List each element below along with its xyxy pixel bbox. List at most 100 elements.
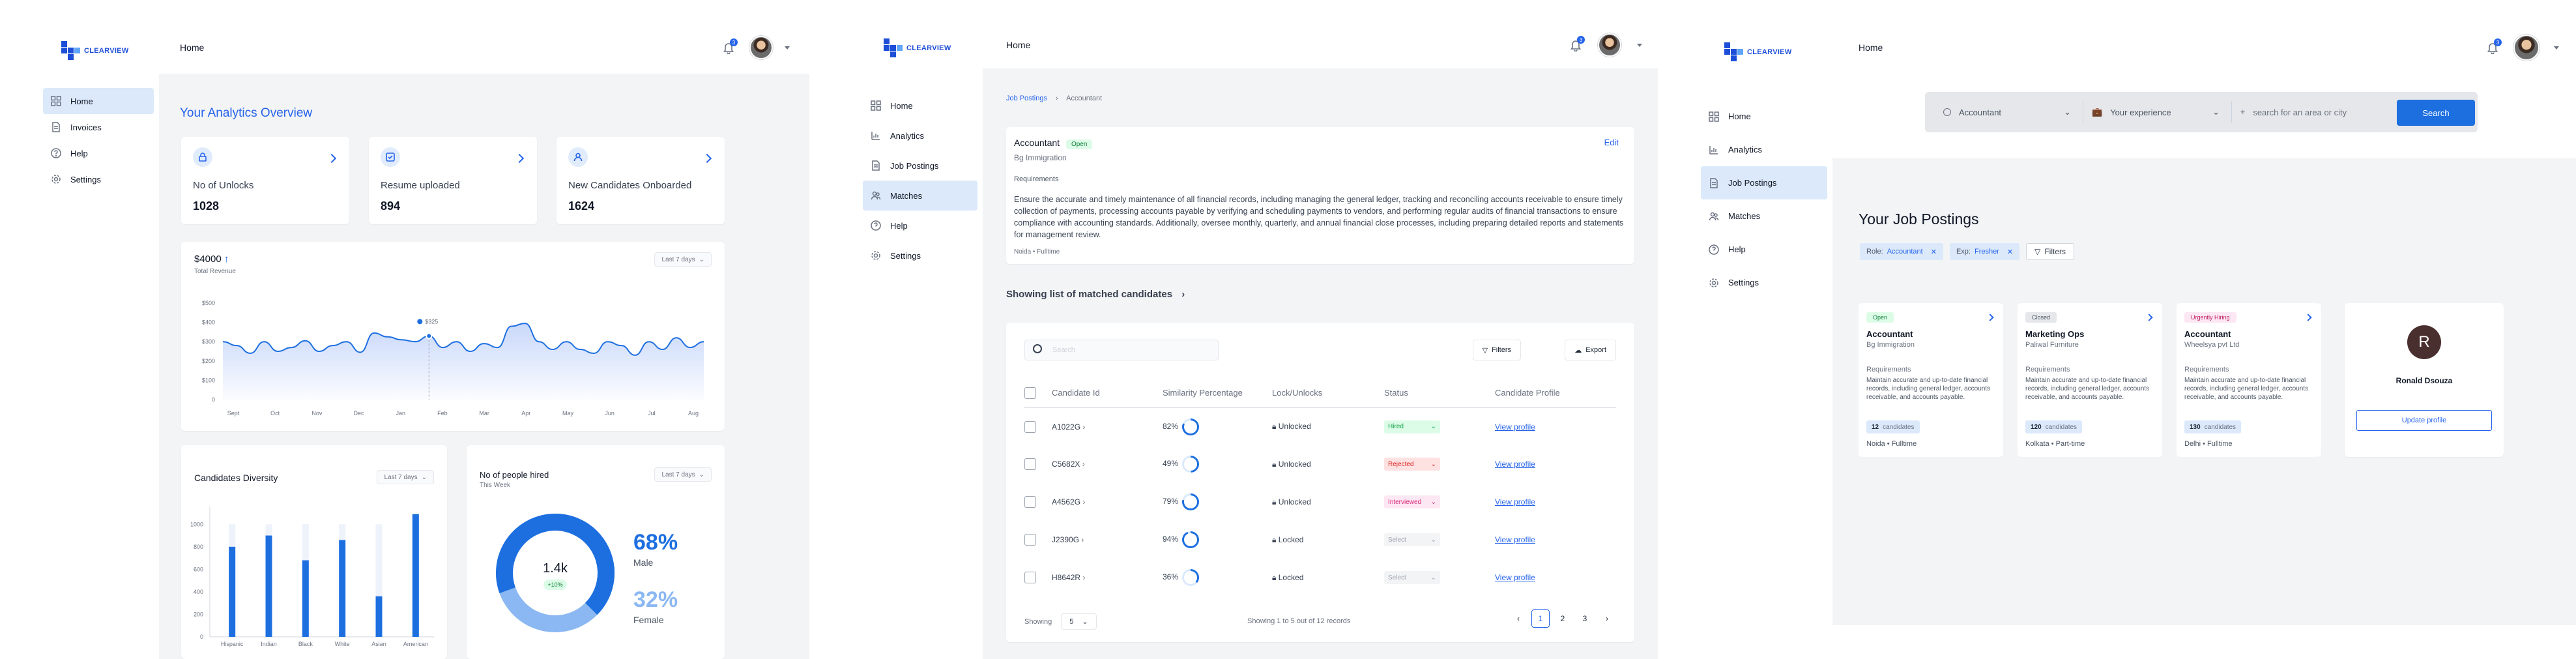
breadcrumb-parent[interactable]: Job Postings — [1006, 95, 1047, 102]
page-button-active[interactable]: 1 — [1531, 609, 1550, 628]
candidate-count-badge[interactable]: 130 candidates — [2184, 420, 2242, 433]
sidebar-item-analytics[interactable]: Analytics — [1701, 133, 1827, 166]
sidebar-item-settings[interactable]: Settings — [863, 241, 977, 271]
edit-button[interactable]: Edit — [1604, 138, 1619, 147]
notification-bell[interactable]: 3 — [722, 38, 738, 55]
sidebar-item-invoices[interactable]: Invoices — [43, 114, 154, 140]
sidebar-item-home[interactable]: Home — [43, 88, 154, 114]
chevron-down-icon[interactable] — [785, 46, 790, 50]
column-header[interactable]: Lock/Unlocks — [1272, 379, 1384, 408]
bar[interactable] — [412, 514, 419, 637]
candidate-count-badge[interactable]: 12 candidates — [1866, 420, 1920, 433]
chevron-right-icon[interactable] — [1986, 314, 1994, 321]
brand-logo[interactable]: CLEARVIEW — [61, 41, 129, 60]
candidate-id[interactable]: A1022G — [1052, 422, 1080, 432]
status-select[interactable]: Select ⌄ — [1384, 533, 1440, 546]
notification-bell[interactable]: 3 — [1569, 36, 1585, 52]
bar[interactable] — [339, 540, 346, 637]
table-row[interactable]: H8642R › 36% 🔒︎ Locked Select ⌄ View profile — [1024, 559, 1616, 596]
prev-page-button[interactable]: ‹ — [1509, 609, 1527, 628]
next-page-button[interactable]: › — [1598, 609, 1616, 628]
sidebar-item-help[interactable]: Help — [1701, 233, 1827, 266]
bar[interactable] — [375, 596, 383, 637]
sidebar-item-matches[interactable]: Matches — [1701, 199, 1827, 233]
view-profile-link[interactable]: View profile — [1495, 460, 1535, 469]
view-profile-link[interactable]: View profile — [1495, 573, 1535, 582]
chevron-right-icon[interactable] — [2145, 314, 2153, 321]
chevron-right-icon[interactable] — [326, 153, 337, 164]
sidebar-item-help[interactable]: Help — [863, 211, 977, 241]
chevron-down-icon[interactable] — [1637, 44, 1642, 47]
close-icon[interactable]: ✕ — [1931, 248, 1937, 256]
sidebar-item-settings[interactable]: Settings — [43, 166, 154, 192]
location-input[interactable]: ⌖ search for an area or city — [2233, 98, 2389, 126]
page-button[interactable]: 3 — [1576, 609, 1594, 628]
sidebar-item-matches[interactable]: Matches — [863, 181, 977, 211]
sidebar-item-help[interactable]: Help — [43, 140, 154, 166]
row-checkbox[interactable] — [1024, 420, 1036, 433]
close-icon[interactable]: ✕ — [2007, 248, 2013, 256]
role-select[interactable]: Accountant ⌄ — [1935, 98, 2083, 126]
bar[interactable] — [229, 546, 236, 637]
tooltip-point[interactable] — [426, 332, 433, 340]
candidate-id[interactable]: J2390G — [1052, 535, 1079, 544]
avatar[interactable] — [749, 36, 773, 59]
table-row[interactable]: C5682X › 49% 🔒︎ Unlocked Rejected ⌄ View prof… — [1024, 445, 1616, 483]
column-header[interactable]: Similarity Percentage — [1163, 379, 1272, 408]
notification-bell[interactable]: 3 — [2486, 38, 2502, 55]
row-checkbox[interactable] — [1024, 572, 1036, 583]
column-header[interactable]: Candidate Id — [1052, 379, 1163, 408]
table-row[interactable]: J2390G › 94% 🔒︎ Locked Select ⌄ View profile — [1024, 521, 1616, 559]
job-card[interactable]: Urgently Hiring Accountant Wheelsya pvt Lt… — [2177, 303, 2321, 457]
search-button[interactable]: Search — [2397, 100, 2475, 126]
filters-button[interactable]: ▽ Filters — [1472, 340, 1521, 360]
chevron-right-icon[interactable] — [2304, 314, 2312, 321]
avatar[interactable] — [2513, 35, 2540, 61]
column-header[interactable]: Candidate Profile — [1495, 379, 1616, 408]
update-profile-button[interactable]: Update profile — [2356, 410, 2492, 431]
bar[interactable] — [302, 560, 309, 637]
row-checkbox[interactable] — [1024, 458, 1036, 470]
page-button[interactable]: 2 — [1554, 609, 1572, 628]
chevron-down-icon[interactable] — [2554, 46, 2559, 50]
status-select[interactable]: Rejected ⌄ — [1384, 458, 1440, 471]
brand-logo[interactable]: CLEARVIEW — [884, 38, 951, 57]
matched-list-title[interactable]: Showing list of matched candidates › — [1006, 289, 1185, 300]
sidebar-item-job-postings[interactable]: Job Postings — [863, 151, 977, 181]
avatar[interactable] — [1598, 33, 1621, 57]
candidate-id[interactable]: A4562G — [1052, 497, 1080, 506]
candidate-count-badge[interactable]: 120 candidates — [2025, 420, 2083, 433]
table-row[interactable]: A1022G › 82% 🔒︎ Unlocked Hired ⌄ View profile — [1024, 407, 1616, 445]
row-checkbox[interactable] — [1024, 496, 1036, 508]
stat-card-candidates[interactable]: New Candidates Onboarded 1624 — [557, 137, 725, 224]
view-profile-link[interactable]: View profile — [1495, 535, 1535, 544]
job-card[interactable]: Closed Marketing Ops Paliwal Furniture Requ… — [2018, 303, 2162, 457]
candidate-id[interactable]: H8642R — [1052, 573, 1080, 582]
stat-card-resumes[interactable]: Resume uploaded 894 — [369, 137, 537, 224]
page-size-select[interactable]: 5 ⌄ — [1061, 613, 1097, 630]
filter-chip-exp[interactable]: Exp: Fresher ✕ — [1949, 243, 2020, 260]
select-all-checkbox[interactable] — [1024, 387, 1036, 399]
row-checkbox[interactable] — [1024, 534, 1036, 546]
chevron-right-icon[interactable] — [514, 153, 525, 164]
table-row[interactable]: A4562G › 79% 🔒︎ Unlocked Interviewed ⌄ View p… — [1024, 483, 1616, 521]
sidebar-item-job-postings[interactable]: Job Postings — [1701, 166, 1827, 199]
candidate-id[interactable]: C5682X — [1052, 460, 1080, 469]
sidebar-item-home[interactable]: Home — [1701, 100, 1827, 133]
export-button[interactable]: ☁ Export — [1565, 340, 1616, 360]
brand-logo[interactable]: CLEARVIEW — [1724, 42, 1792, 61]
view-profile-link[interactable]: View profile — [1495, 497, 1535, 506]
stat-card-unlocks[interactable]: No of Unlocks 1028 — [181, 137, 349, 224]
search-field[interactable]: Search — [1024, 340, 1219, 360]
chevron-right-icon[interactable] — [702, 153, 712, 164]
status-select[interactable]: Select ⌄ — [1384, 571, 1440, 584]
status-select[interactable]: Hired ⌄ — [1384, 420, 1440, 433]
status-select[interactable]: Interviewed ⌄ — [1384, 495, 1440, 508]
filter-chip-role[interactable]: Role: Accountant ✕ — [1860, 243, 1943, 260]
sidebar-item-home[interactable]: Home — [863, 91, 977, 121]
sidebar-item-settings[interactable]: Settings — [1701, 266, 1827, 299]
job-card[interactable]: Open Accountant Bg Immigration Requirements… — [1859, 303, 2003, 457]
filters-button[interactable]: ▽ Filters — [2026, 243, 2074, 260]
sidebar-item-analytics[interactable]: Analytics — [863, 121, 977, 151]
column-header[interactable]: Status — [1384, 379, 1495, 408]
